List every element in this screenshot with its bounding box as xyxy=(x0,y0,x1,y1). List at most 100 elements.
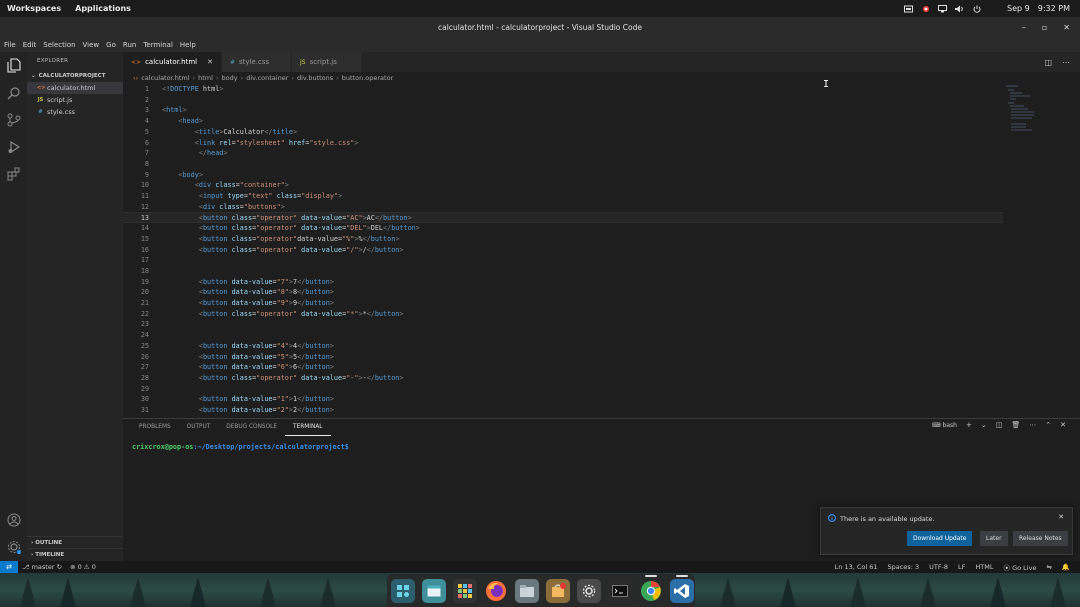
split-terminal-icon[interactable]: ◫ xyxy=(996,421,1003,429)
maximize-panel-icon[interactable]: ⌃ xyxy=(1045,421,1051,429)
code-line[interactable]: 7 </head> xyxy=(123,148,1003,159)
end-of-line[interactable]: LF xyxy=(954,563,969,571)
clock-time[interactable]: 9:32 PM xyxy=(1038,4,1070,13)
trash-icon[interactable]: 🗑 xyxy=(1011,421,1020,429)
breadcrumb-item[interactable]: div.container xyxy=(246,74,288,82)
terminal-app-icon[interactable] xyxy=(608,578,632,603)
tab-debug-console[interactable]: DEBUG CONSOLE xyxy=(218,419,285,436)
outline-section[interactable]: › OUTLINE xyxy=(27,536,123,548)
applications-button[interactable]: Applications xyxy=(75,4,131,13)
settings-gear-icon[interactable] xyxy=(577,578,601,603)
code-line[interactable]: 18 xyxy=(123,266,1003,277)
release-notes-button[interactable]: Release Notes xyxy=(1013,531,1068,546)
code-line[interactable]: 12 <div class="buttons"> xyxy=(123,202,1003,213)
notifications-bell-icon[interactable]: 🔔 xyxy=(1058,563,1074,571)
tab-script-js[interactable]: JS script.js xyxy=(291,52,362,72)
close-window-icon[interactable]: ✕ xyxy=(1063,23,1070,32)
language-mode[interactable]: HTML xyxy=(971,563,997,571)
menu-run[interactable]: Run xyxy=(123,41,136,49)
file-item-script-js[interactable]: JS script.js xyxy=(27,94,123,106)
menu-terminal[interactable]: Terminal xyxy=(143,41,173,49)
vscode-icon[interactable] xyxy=(670,574,694,603)
maximize-icon[interactable]: ▫ xyxy=(1042,23,1047,32)
menu-view[interactable]: View xyxy=(83,41,100,49)
timeline-section[interactable]: › TIMELINE xyxy=(27,548,123,560)
new-terminal-icon[interactable]: + xyxy=(966,421,972,429)
network-icon[interactable] xyxy=(938,4,948,13)
go-live-button[interactable]: ⦿ Go Live xyxy=(1000,562,1041,572)
code-line[interactable]: 2 xyxy=(123,95,1003,106)
remote-icon[interactable]: ⇄ xyxy=(0,561,18,573)
problems-indicator[interactable]: ⊗ 0 ⚠ 0 xyxy=(66,563,100,571)
file-item-style-css[interactable]: # style.css xyxy=(27,106,123,118)
code-line[interactable]: 9 <body> xyxy=(123,170,1003,181)
code-line[interactable]: 25 <button data-value="4">4</button> xyxy=(123,341,1003,352)
code-line[interactable]: 17 xyxy=(123,255,1003,266)
minimize-icon[interactable]: – xyxy=(1022,23,1026,32)
menu-selection[interactable]: Selection xyxy=(43,41,75,49)
code-line[interactable]: 30 <button data-value="1">1</button> xyxy=(123,394,1003,405)
encoding[interactable]: UTF-8 xyxy=(925,563,952,571)
tab-style-css[interactable]: # style.css xyxy=(221,52,292,72)
close-panel-icon[interactable]: ✕ xyxy=(1060,421,1066,429)
code-line[interactable]: 23 xyxy=(123,319,1003,330)
code-line[interactable]: 29 xyxy=(123,384,1003,395)
code-line[interactable]: 22 <button class="operator" data-value="… xyxy=(123,309,1003,320)
minimap[interactable] xyxy=(1004,84,1038,134)
dropbox-icon[interactable] xyxy=(904,4,914,13)
code-line[interactable]: 14 <button class="operator" data-value="… xyxy=(123,223,1003,234)
code-line[interactable]: 5 <title>Calculator</title> xyxy=(123,127,1003,138)
later-button[interactable]: Later xyxy=(980,531,1008,546)
menu-help[interactable]: Help xyxy=(180,41,196,49)
code-line[interactable]: 11 <input type="text" class="display"> xyxy=(123,191,1003,202)
volume-icon[interactable] xyxy=(955,4,964,13)
code-line[interactable]: 4 <head> xyxy=(123,116,1003,127)
code-line[interactable]: 24 xyxy=(123,330,1003,341)
tab-output[interactable]: OUTPUT xyxy=(179,419,219,436)
code-line[interactable]: 21 <button data-value="9">9</button> xyxy=(123,298,1003,309)
cursor-position[interactable]: Ln 13, Col 61 xyxy=(831,563,882,571)
code-line[interactable]: 20 <button data-value="8">8</button> xyxy=(123,287,1003,298)
files-window-dock-icon[interactable] xyxy=(422,578,446,603)
menu-file[interactable]: File xyxy=(4,41,16,49)
project-folder[interactable]: ⌄ CALCULATORPROJECT xyxy=(27,70,123,82)
chevron-down-icon[interactable]: ⌄ xyxy=(981,421,987,429)
code-line[interactable]: 16 <button class="operator" data-value="… xyxy=(123,245,1003,256)
feedback-icon[interactable]: ⇋ xyxy=(1042,563,1055,571)
code-line[interactable]: 27 <button data-value="6">6</button> xyxy=(123,362,1003,373)
manage-gear-icon[interactable]: 1 xyxy=(5,538,22,555)
record-icon[interactable] xyxy=(921,4,930,13)
terminal-prompt[interactable]: crixcrox@pop-os:~/Desktop/projects/calcu… xyxy=(132,443,349,451)
code-line[interactable]: 3 <html> xyxy=(123,105,1003,116)
run-debug-icon[interactable] xyxy=(5,138,22,155)
code-line[interactable]: 28 <button class="operator" data-value="… xyxy=(123,373,1003,384)
accounts-icon[interactable] xyxy=(5,511,22,528)
clock-date[interactable]: Sep 9 xyxy=(1007,4,1030,13)
code-line[interactable]: 6 <link rel="stylesheet" href="style.css… xyxy=(123,138,1003,149)
git-branch[interactable]: ⎇ master ↻ xyxy=(18,563,66,571)
code-editor[interactable]: 1 <!DOCTYPE html> 2 3 <html> 4 <head> 5 <title… xyxy=(123,84,1080,417)
power-icon[interactable] xyxy=(972,4,981,13)
tab-terminal[interactable]: TERMINAL xyxy=(285,419,331,436)
terminal-shell-selector[interactable]: ⌨ bash xyxy=(932,422,957,429)
file-item-calculator-html[interactable]: <> calculator.html xyxy=(27,82,123,94)
breadcrumb-item[interactable]: calculator.html xyxy=(141,74,189,82)
code-line[interactable]: 31 <button data-value="2">2</button> xyxy=(123,405,1003,416)
code-line[interactable]: 13 <button class="operator" data-value="… xyxy=(123,212,1003,224)
code-line[interactable]: 8 xyxy=(123,159,1003,170)
more-actions-icon[interactable]: ⋯ xyxy=(1062,58,1070,67)
explorer-icon[interactable] xyxy=(5,57,22,74)
close-tab-icon[interactable]: ✕ xyxy=(207,58,213,66)
split-editor-icon[interactable]: ◫ xyxy=(1044,58,1052,67)
breadcrumb-item[interactable]: body xyxy=(222,74,238,82)
source-control-icon[interactable] xyxy=(5,111,22,128)
breadcrumb-item[interactable]: html xyxy=(198,74,213,82)
code-line[interactable]: 15 <button class="operator"data-value="%… xyxy=(123,234,1003,245)
tab-calculator-html[interactable]: <> calculator.html ✕ xyxy=(123,52,222,72)
app-store-icon[interactable] xyxy=(546,578,570,603)
download-update-button[interactable]: Download Update xyxy=(907,531,973,546)
breadcrumb-item[interactable]: div.buttons xyxy=(297,74,333,82)
applications-grid-icon[interactable] xyxy=(453,578,477,603)
chrome-icon[interactable] xyxy=(639,574,663,603)
tab-problems[interactable]: PROBLEMS xyxy=(131,419,179,436)
